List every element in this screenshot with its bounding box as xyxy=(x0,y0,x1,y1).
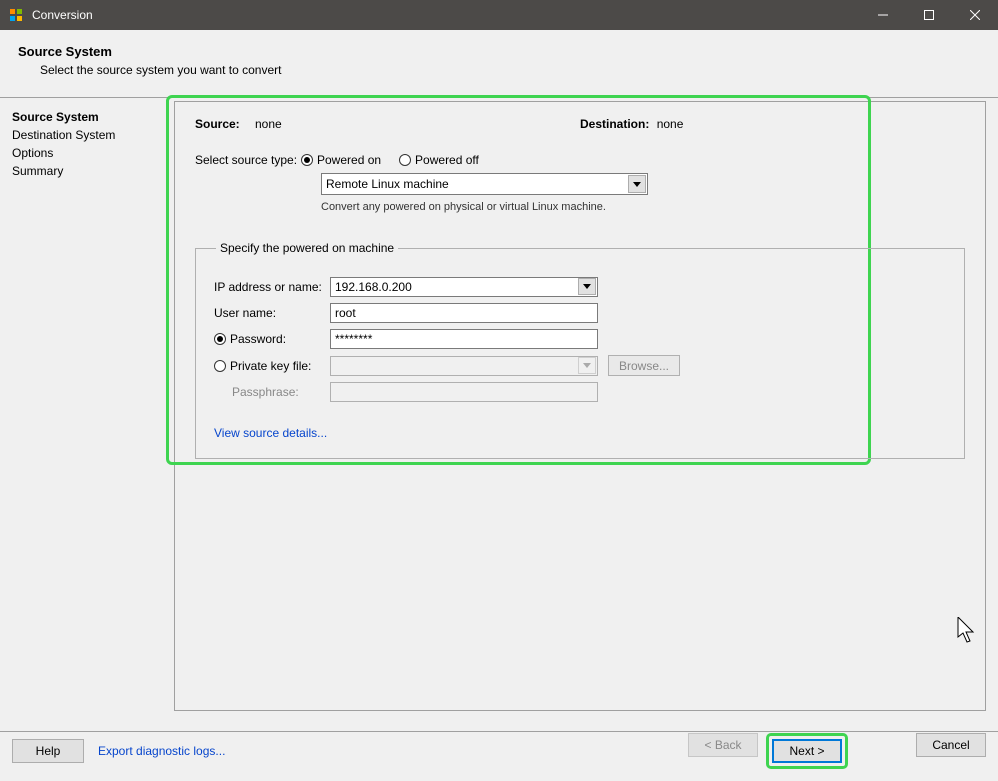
maximize-button[interactable] xyxy=(906,0,952,30)
destination-value: none xyxy=(657,117,684,131)
chevron-down-icon xyxy=(578,278,596,295)
radio-icon xyxy=(301,154,313,166)
username-label: User name: xyxy=(214,306,330,320)
password-label: Password: xyxy=(230,332,286,346)
page-title: Source System xyxy=(10,44,988,59)
destination-label: Destination: xyxy=(580,117,649,131)
source-value: none xyxy=(255,117,282,131)
radio-powered-off[interactable]: Powered off xyxy=(399,153,479,167)
username-input[interactable]: root xyxy=(330,303,598,323)
group-legend: Specify the powered on machine xyxy=(216,241,398,255)
sidebar-item-summary[interactable]: Summary xyxy=(12,162,164,180)
main-panel: Source: none Destination: none Select so… xyxy=(174,101,986,711)
username-value: root xyxy=(335,306,356,320)
ip-label: IP address or name: xyxy=(214,280,330,294)
source-type-select-value: Remote Linux machine xyxy=(326,177,449,191)
ip-input[interactable]: 192.168.0.200 xyxy=(330,277,598,297)
source-label: Source: xyxy=(195,117,251,131)
next-button-label: Next > xyxy=(789,744,824,758)
wizard-steps-sidebar: Source System Destination System Options… xyxy=(0,98,174,723)
browse-button: Browse... xyxy=(608,355,680,376)
view-source-details-link[interactable]: View source details... xyxy=(214,426,327,440)
wizard-footer: Help Export diagnostic logs... < Back Ne… xyxy=(0,732,998,770)
wizard-header: Source System Select the source system y… xyxy=(0,30,998,89)
back-button-label: < Back xyxy=(704,738,741,752)
highlight-annotation: Next > xyxy=(766,733,848,769)
machine-details-group: Specify the powered on machine IP addres… xyxy=(195,241,965,459)
help-button-label: Help xyxy=(36,744,61,758)
radio-private-key[interactable]: Private key file: xyxy=(214,359,330,373)
radio-icon xyxy=(399,154,411,166)
browse-button-label: Browse... xyxy=(619,359,669,373)
cancel-button-label: Cancel xyxy=(932,738,969,752)
minimize-button[interactable] xyxy=(860,0,906,30)
back-button: < Back xyxy=(688,733,758,757)
sidebar-item-source-system[interactable]: Source System xyxy=(12,108,164,126)
password-input[interactable]: ******** xyxy=(330,329,598,349)
sidebar-item-destination-system[interactable]: Destination System xyxy=(12,126,164,144)
export-logs-link[interactable]: Export diagnostic logs... xyxy=(98,744,225,758)
ip-input-value: 192.168.0.200 xyxy=(335,280,412,294)
radio-powered-on-label: Powered on xyxy=(317,153,381,167)
close-button[interactable] xyxy=(952,0,998,30)
cancel-button[interactable]: Cancel xyxy=(916,733,986,757)
page-subtitle: Select the source system you want to con… xyxy=(10,59,988,77)
radio-icon xyxy=(214,360,226,372)
titlebar: Conversion xyxy=(0,0,998,30)
chevron-down-icon xyxy=(628,175,646,193)
radio-icon xyxy=(214,333,226,345)
chevron-down-icon xyxy=(578,357,596,374)
radio-password[interactable]: Password: xyxy=(214,332,330,346)
private-key-label: Private key file: xyxy=(230,359,311,373)
password-value: ******** xyxy=(335,332,372,346)
source-type-help: Convert any powered on physical or virtu… xyxy=(321,201,965,213)
radio-powered-on[interactable]: Powered on xyxy=(301,153,381,167)
help-button[interactable]: Help xyxy=(12,739,84,763)
source-type-select[interactable]: Remote Linux machine xyxy=(321,173,648,195)
app-icon xyxy=(8,7,24,23)
passphrase-input xyxy=(330,382,598,402)
window-title: Conversion xyxy=(32,8,860,22)
sidebar-item-options[interactable]: Options xyxy=(12,144,164,162)
private-key-input xyxy=(330,356,598,376)
next-button[interactable]: Next > xyxy=(772,739,842,763)
radio-powered-off-label: Powered off xyxy=(415,153,479,167)
source-type-label: Select source type: xyxy=(195,153,301,167)
passphrase-label: Passphrase: xyxy=(214,385,330,399)
